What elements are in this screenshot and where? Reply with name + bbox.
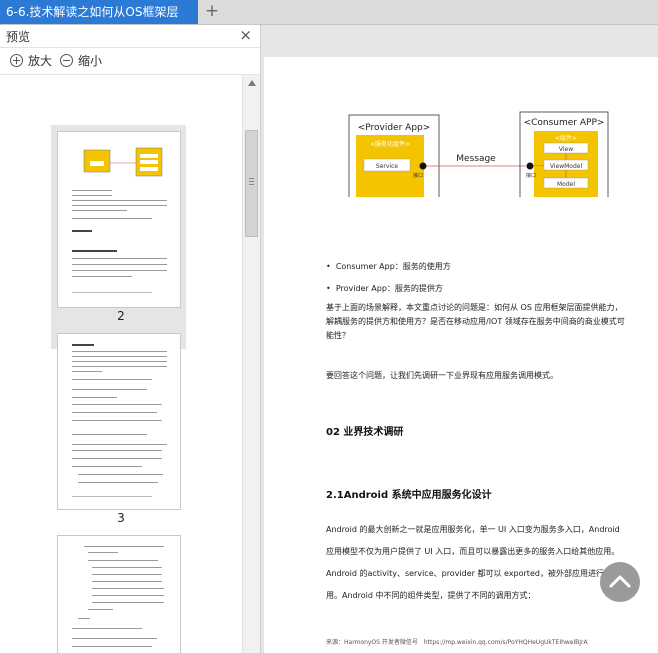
- tab-title: 6-6.技术解读之如何从OS框架层: [6, 5, 179, 19]
- scroll-up-icon[interactable]: [248, 80, 256, 86]
- source-footer: 来源：HarmonyOS 开发者微信号 https://mp.weixin.qq…: [326, 639, 588, 646]
- thumbnail-page-number: 2: [117, 309, 125, 323]
- zoom-out-icon: [60, 54, 73, 67]
- zoom-in-button[interactable]: 放大: [10, 53, 52, 69]
- message-label: Message: [456, 154, 496, 164]
- zoom-in-icon: [10, 54, 23, 67]
- subsection-heading: 2.1Android 系统中应用服务化设计: [326, 490, 492, 501]
- zoom-in-label: 放大: [28, 54, 53, 68]
- document-tab[interactable]: 6-6.技术解读之如何从OS框架层: [0, 0, 198, 24]
- thumbnail-page-2[interactable]: [57, 131, 181, 308]
- consumer-component-label: <组件>: [555, 134, 577, 142]
- zoom-out-label: 缩小: [78, 54, 103, 68]
- provider-component-label: <服务化组件>: [370, 140, 410, 148]
- thumbnail-scrollbar[interactable]: [242, 75, 260, 653]
- zoom-out-button[interactable]: 缩小: [60, 53, 102, 69]
- close-icon[interactable]: ×: [239, 26, 252, 44]
- bullet-consumer: • Consumer App：服务的使用方: [326, 262, 451, 271]
- chevron-up-icon: [609, 575, 631, 588]
- paragraph-intro: 要回答这个问题，让我们先调研一下业界现有应用服务调用模式。: [326, 371, 558, 380]
- provider-port-label: 接口: [413, 172, 423, 179]
- thumbnail-list: 2 3: [0, 75, 242, 653]
- thumbnail-page-4[interactable]: [57, 535, 181, 653]
- consumer-port-label: 接口: [526, 172, 536, 179]
- paragraph-android: Android 的最大创新之一就是应用服务化，单一 UI 入口变为服务多入口，A…: [326, 525, 620, 600]
- section-heading: 02 业界技术调研: [326, 427, 404, 438]
- tab-bar: 6-6.技术解读之如何从OS框架层 +: [0, 0, 658, 25]
- consumer-title: <Consumer APP>: [524, 118, 605, 128]
- thumbnail-diagram: [83, 147, 163, 177]
- thumbnail-page-3[interactable]: [57, 333, 181, 510]
- preview-pane: 预览 × 放大 缩小 2 3: [0, 25, 261, 653]
- architecture-diagram: <Provider App> <服务化组件> Service 接口 Messag…: [348, 111, 609, 197]
- document-page: <Provider App> <服务化组件> Service 接口 Messag…: [264, 57, 658, 653]
- new-tab-button[interactable]: +: [202, 0, 222, 24]
- scrollbar-thumb[interactable]: [245, 130, 258, 237]
- paragraph-question: 基于上面的场景解释，本文重点讨论的问题是：如何从 OS 应用框架层面提供能力，解…: [326, 303, 625, 340]
- service-label: Service: [376, 163, 398, 170]
- consumer-port-dot: [526, 162, 534, 170]
- provider-port-dot: [419, 162, 427, 170]
- back-to-top-button[interactable]: [600, 562, 640, 602]
- preview-title: 预览: [6, 30, 31, 44]
- document-view[interactable]: <Provider App> <服务化组件> Service 接口 Messag…: [261, 25, 658, 653]
- zoom-toolbar: 放大 缩小: [0, 48, 260, 75]
- view-label: View: [559, 146, 573, 153]
- preview-header: 预览 ×: [0, 25, 260, 48]
- provider-title: <Provider App>: [358, 123, 431, 133]
- bullet-provider: • Provider App：服务的提供方: [326, 284, 443, 293]
- thumbnail-page-number: 3: [117, 511, 125, 525]
- model-label: Model: [557, 181, 575, 188]
- viewmodel-label: ViewModel: [550, 163, 583, 170]
